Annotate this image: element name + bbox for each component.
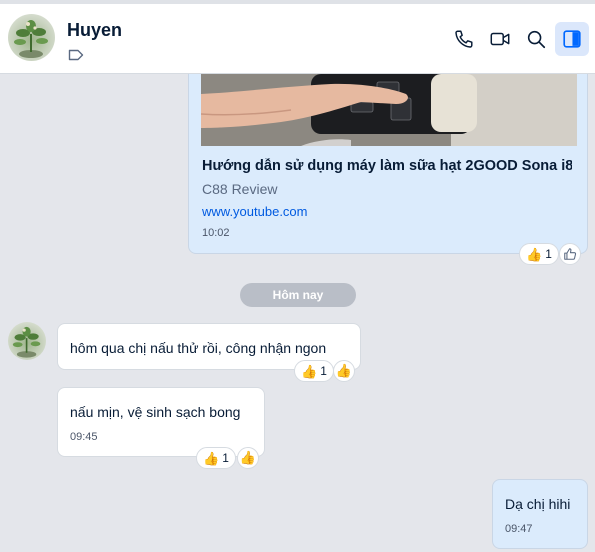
search-button[interactable] <box>519 22 553 56</box>
conversation-info-button[interactable] <box>555 22 589 56</box>
side-panel-icon <box>563 30 581 48</box>
date-divider: Hôm nay <box>240 283 356 307</box>
reaction-summary[interactable]: 👍 1 <box>196 447 236 469</box>
message-text: nấu mịn, vệ sinh sạch bong <box>70 404 241 420</box>
add-reaction-button[interactable]: 👍 <box>237 447 259 469</box>
reaction-summary[interactable]: 👍 1 <box>519 243 559 265</box>
thumbs-up-icon: 👍 <box>526 246 543 262</box>
link-title[interactable]: Hướng dẫn sử dụng máy làm sữa hạt 2GOOD … <box>202 158 572 174</box>
message-bubble[interactable]: nấu mịn, vệ sinh sạch bong 09:45 <box>57 387 265 457</box>
message-text: Dạ chị hihi <box>505 496 571 512</box>
message-time: 09:47 <box>505 523 533 535</box>
contact-avatar[interactable] <box>8 14 55 61</box>
sender-avatar[interactable] <box>8 322 46 360</box>
chat-header: Huyen <box>0 4 595 74</box>
video-camera-icon <box>490 32 510 46</box>
thumbs-up-icon: 👍 <box>239 450 257 465</box>
call-button[interactable] <box>447 22 481 56</box>
reaction-summary[interactable]: 👍 1 <box>294 360 334 382</box>
add-reaction-button[interactable]: 👍 <box>333 360 355 382</box>
message-list[interactable]: Hướng dẫn sử dụng máy làm sữa hạt 2GOOD … <box>0 74 595 552</box>
phone-icon <box>455 30 473 48</box>
link-preview-message[interactable]: Hướng dẫn sử dụng máy làm sữa hạt 2GOOD … <box>188 74 588 254</box>
thumbs-up-icon: 👍 <box>203 450 220 466</box>
link-source: C88 Review <box>202 181 278 197</box>
thumbs-up-outline-icon <box>564 248 577 260</box>
video-thumbnail[interactable] <box>201 74 577 146</box>
add-reaction-button[interactable] <box>559 243 581 265</box>
video-call-button[interactable] <box>483 22 517 56</box>
search-icon <box>527 30 546 49</box>
message-time: 09:45 <box>70 431 98 443</box>
thumbs-up-icon: 👍 <box>335 363 353 378</box>
reaction-count: 1 <box>222 451 229 465</box>
contact-name[interactable]: Huyen <box>67 20 122 41</box>
reaction-count: 1 <box>320 364 327 378</box>
message-text: hôm qua chị nấu thử rồi, công nhận ngon <box>70 340 327 356</box>
message-time: 10:02 <box>202 227 230 239</box>
message-bubble-sent[interactable]: Dạ chị hihi 09:47 <box>492 479 588 549</box>
link-url[interactable]: www.youtube.com <box>202 204 308 219</box>
reaction-count: 1 <box>545 247 552 261</box>
thumbs-up-icon: 👍 <box>301 363 318 379</box>
label-tag-icon[interactable] <box>68 48 84 62</box>
